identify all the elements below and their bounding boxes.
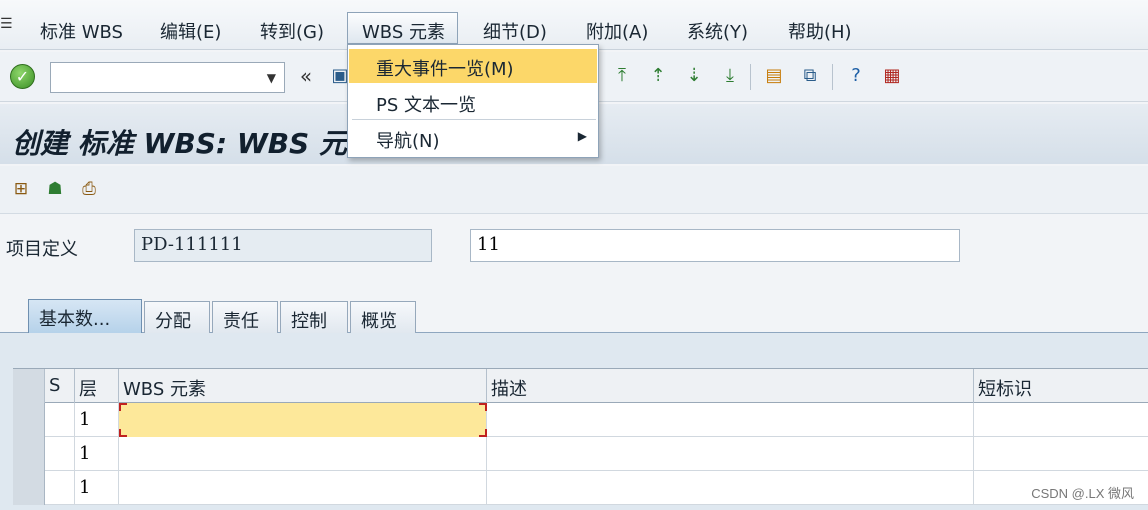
tab-overview[interactable]: 概览 (350, 301, 416, 333)
application-toolbar: ⊞ ☗ ⎙ (0, 166, 1148, 214)
menu-bar: ☰ 标准 WBS 编辑(E) 转到(G) WBS 元素 细节(D) 附加(A) … (0, 0, 1148, 50)
menu-system[interactable]: 系统(Y) (687, 18, 748, 44)
command-field[interactable]: ▼ (50, 62, 285, 93)
menu-item-ps-text-overview[interactable]: PS 文本一览 (349, 85, 597, 119)
toolbar-divider (832, 64, 833, 90)
focus-corner (479, 429, 487, 437)
create-icon[interactable]: ⊞ (8, 176, 34, 202)
description-input[interactable] (487, 437, 974, 471)
row-selector[interactable] (13, 471, 45, 505)
submenu-arrow-icon: ▶ (577, 129, 587, 143)
menu-item-navigation-label: 导航(N) (376, 131, 440, 152)
menu-divider (352, 119, 596, 120)
tab-assignment[interactable]: 分配 (144, 301, 210, 333)
shortcut-icon[interactable]: ⧉ (796, 62, 824, 90)
next-page-icon[interactable]: ⇣ (680, 62, 708, 90)
column-header-level[interactable]: 层 (75, 369, 119, 403)
description-input[interactable] (487, 403, 974, 437)
table-row: 1 (13, 403, 1148, 437)
toolbar-divider (750, 64, 751, 90)
table-row: 1 (13, 471, 1148, 505)
column-header-short-id[interactable]: 短标识 (974, 369, 1148, 403)
status-cell[interactable] (45, 437, 75, 471)
menu-help[interactable]: 帮助(H) (788, 18, 852, 44)
system-menu-icon[interactable]: ☰ (0, 16, 22, 34)
menu-extras[interactable]: 附加(A) (586, 18, 648, 44)
chevron-down-icon[interactable]: ▼ (267, 71, 276, 85)
ok-icon[interactable]: ✓ (10, 64, 35, 89)
focus-corner (119, 403, 127, 411)
wbs-element-input[interactable] (119, 437, 487, 471)
watermark: CSDN @.LX 微风 (1031, 486, 1134, 501)
menu-item-navigation[interactable]: 导航(N) ▶ (349, 121, 597, 155)
tab-responsibility[interactable]: 责任 (212, 301, 278, 333)
new-session-icon[interactable]: ▤ (760, 62, 788, 90)
short-id-input[interactable] (974, 437, 1148, 471)
customize-icon[interactable]: ▦ (878, 62, 906, 90)
project-definition-field: PD-111111 (134, 229, 432, 262)
status-cell[interactable] (45, 471, 75, 505)
menu-goto[interactable]: 转到(G) (260, 18, 324, 44)
row-selector[interactable] (13, 437, 45, 471)
tab-control[interactable]: 控制 (280, 301, 348, 333)
level-cell[interactable]: 1 (75, 403, 119, 437)
short-id-input[interactable] (974, 403, 1148, 437)
menu-edit[interactable]: 编辑(E) (160, 18, 221, 44)
project-description-field[interactable]: 11 (470, 229, 960, 262)
menu-standard-wbs[interactable]: 标准 WBS (40, 18, 123, 44)
first-page-icon[interactable]: ⤒ (608, 62, 636, 90)
help-icon[interactable]: ? (842, 62, 870, 90)
focus-corner (119, 429, 127, 437)
collapse-icon[interactable]: « (292, 62, 320, 90)
hierarchy-icon[interactable]: ☗ (42, 176, 68, 202)
table-row: 1 (13, 437, 1148, 471)
project-definition-label: 项目定义 (6, 239, 78, 260)
description-input[interactable] (487, 471, 974, 505)
menu-wbs-element[interactable]: WBS 元素 (347, 12, 458, 44)
wbs-element-input[interactable] (119, 471, 487, 505)
column-header-description[interactable]: 描述 (487, 369, 974, 403)
level-cell[interactable]: 1 (75, 471, 119, 505)
focus-corner (479, 403, 487, 411)
last-page-icon[interactable]: ⤓ (716, 62, 744, 90)
prev-page-icon[interactable]: ⇡ (644, 62, 672, 90)
page-title: 创建 标准 WBS: WBS 元 (12, 127, 347, 160)
wbs-element-input[interactable] (119, 403, 487, 437)
column-header-wbs-element[interactable]: WBS 元素 (119, 369, 487, 403)
menu-item-milestone-overview[interactable]: 重大事件一览(M) (349, 49, 597, 83)
status-cell[interactable] (45, 403, 75, 437)
table-header: S 层 WBS 元素 描述 短标识 (13, 368, 1148, 403)
tab-basic-data[interactable]: 基本数... (28, 299, 142, 333)
select-all-cell[interactable] (13, 369, 45, 403)
level-cell[interactable]: 1 (75, 437, 119, 471)
menu-details[interactable]: 细节(D) (483, 18, 547, 44)
column-header-s[interactable]: S (45, 369, 75, 403)
row-selector[interactable] (13, 403, 45, 437)
print-icon[interactable]: ⎙ (76, 176, 102, 202)
wbs-element-dropdown: 重大事件一览(M) PS 文本一览 导航(N) ▶ (347, 44, 599, 158)
